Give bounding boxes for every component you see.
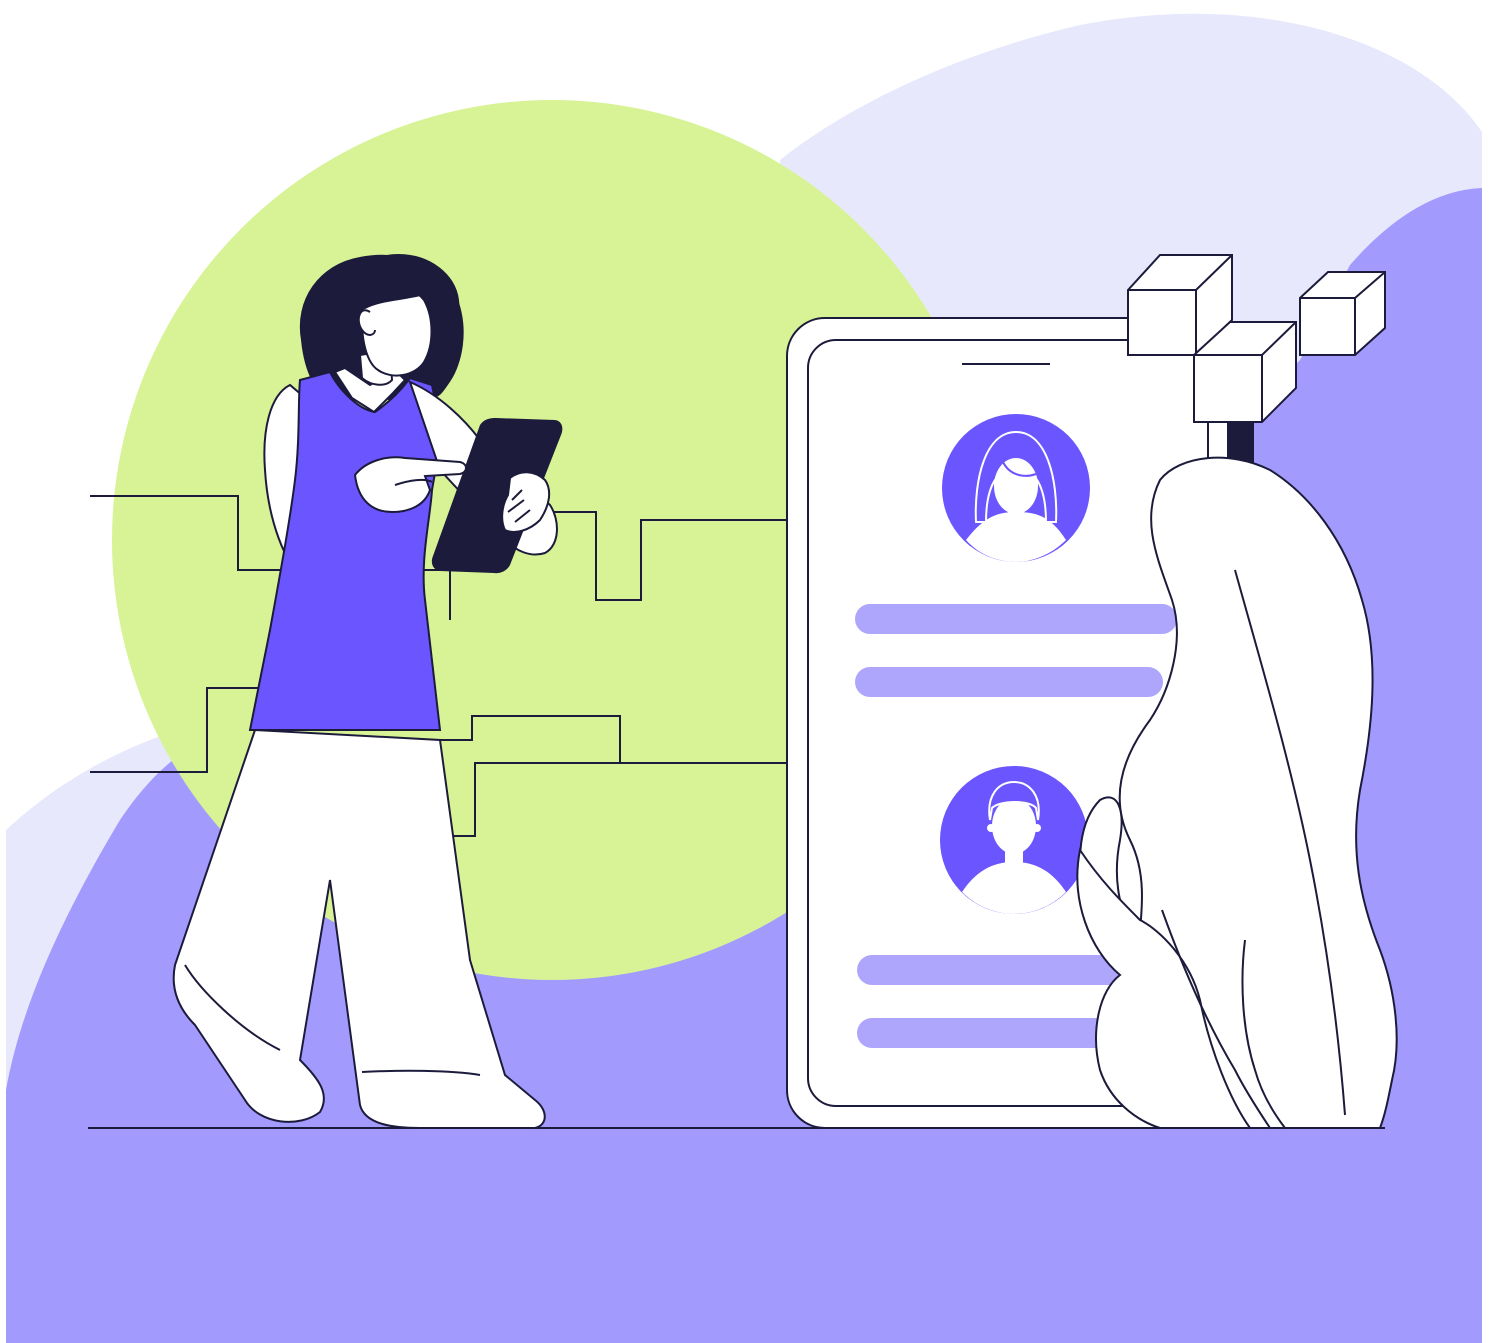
illustration-canvas <box>6 13 1482 1343</box>
male-avatar-icon <box>940 766 1088 914</box>
female-avatar-icon <box>942 414 1090 562</box>
illustration-scene <box>0 0 1498 1343</box>
